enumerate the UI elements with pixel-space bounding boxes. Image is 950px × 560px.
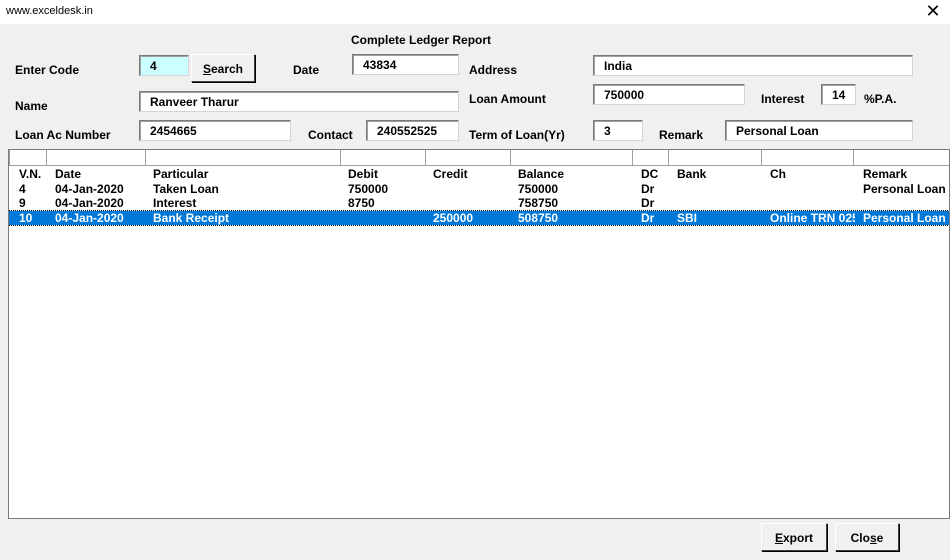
search-button[interactable]: Search xyxy=(191,54,255,82)
close-button-label-pre: Clo xyxy=(850,531,870,545)
contact-field[interactable]: 240552525 xyxy=(366,120,459,141)
cell-balance: 750000 xyxy=(518,182,559,196)
header-cell xyxy=(340,150,426,166)
header-cell xyxy=(510,150,633,166)
cell-remark: Personal Loan xyxy=(863,182,946,196)
window-title: www.exceldesk.in xyxy=(6,5,93,17)
col-dc: DC xyxy=(641,167,659,181)
enter-code-label: Enter Code xyxy=(15,63,80,77)
close-button-accel: s xyxy=(869,531,877,545)
col-credit: Credit xyxy=(433,167,468,181)
contact-label: Contact xyxy=(308,128,353,142)
header-cell xyxy=(9,150,47,166)
header-cell xyxy=(145,150,341,166)
remark-label: Remark xyxy=(659,128,704,142)
term-of-loan-label: Term of Loan(Yr) xyxy=(469,128,565,142)
name-label: Name xyxy=(15,99,48,113)
loan-ac-number-field[interactable]: 2454665 xyxy=(139,120,291,141)
close-button[interactable]: Close xyxy=(835,523,899,551)
cell-bank: SBI xyxy=(677,211,698,225)
cell-ch: Online TRN 025 xyxy=(770,211,855,225)
col-debit: Debit xyxy=(348,167,378,181)
header-cells xyxy=(9,150,949,166)
search-button-accel: S xyxy=(202,62,211,76)
cell-remark: Personal Loan xyxy=(863,211,946,225)
code-input[interactable]: 4 xyxy=(139,55,189,76)
export-button-accel: E xyxy=(774,531,783,545)
col-ch: Ch xyxy=(770,167,786,181)
header-cell xyxy=(668,150,762,166)
col-bank: Bank xyxy=(677,167,707,181)
date-field[interactable]: 43834 xyxy=(352,54,459,75)
cell-debit: 8750 xyxy=(348,196,375,210)
interest-label: Interest xyxy=(761,92,805,106)
cell-dc: Dr xyxy=(641,182,655,196)
address-label: Address xyxy=(469,63,518,77)
ledger-row-selected[interactable]: 10 04-Jan-2020 Bank Receipt 250000 50875… xyxy=(9,210,949,226)
cell-balance: 508750 xyxy=(518,211,559,225)
ledger-row[interactable]: 4 04-Jan-2020 Taken Loan 750000 750000 D… xyxy=(9,182,949,196)
remark-field[interactable]: Personal Loan xyxy=(725,120,913,141)
header-cell xyxy=(632,150,669,166)
col-balance: Balance xyxy=(518,167,565,181)
cell-vn: 4 xyxy=(19,182,26,196)
date-label: Date xyxy=(293,63,320,77)
cell-credit: 250000 xyxy=(433,211,474,225)
header-cell xyxy=(853,150,949,166)
cell-debit: 750000 xyxy=(348,182,389,196)
col-remark: Remark xyxy=(863,167,908,181)
cell-date: 04-Jan-2020 xyxy=(55,182,124,196)
name-field[interactable]: Ranveer Tharur xyxy=(139,91,459,112)
ledger-listbox[interactable]: V.N. Date Particular Debit Credit Balanc… xyxy=(8,149,950,519)
cell-particular: Taken Loan xyxy=(153,182,219,196)
close-icon[interactable]: ✕ xyxy=(922,1,944,23)
cell-date: 04-Jan-2020 xyxy=(55,196,124,210)
search-button-label: earch xyxy=(210,62,244,76)
interest-unit-label: %P.A. xyxy=(864,92,897,106)
cell-particular: Interest xyxy=(153,196,197,210)
header-cell xyxy=(761,150,854,166)
term-of-loan-field[interactable]: 3 xyxy=(593,120,643,141)
header-cell xyxy=(425,150,511,166)
cell-dc: Dr xyxy=(641,196,655,210)
loan-amount-label: Loan Amount xyxy=(469,92,546,106)
col-vn: V.N. xyxy=(19,167,42,181)
col-particular: Particular xyxy=(153,167,209,181)
cell-dc: Dr xyxy=(641,211,655,225)
cell-particular: Bank Receipt xyxy=(153,211,230,225)
col-date: Date xyxy=(55,167,82,181)
header-cell xyxy=(46,150,146,166)
loan-amount-field[interactable]: 750000 xyxy=(593,84,745,105)
ledger-row[interactable]: 9 04-Jan-2020 Interest 8750 758750 Dr xyxy=(9,196,949,210)
report-heading: Complete Ledger Report xyxy=(351,33,492,47)
loan-ac-number-label: Loan Ac Number xyxy=(15,128,111,142)
cell-vn: 9 xyxy=(19,196,26,210)
export-button[interactable]: Export xyxy=(761,523,827,551)
title-bar: www.exceldesk.in ✕ xyxy=(0,0,950,24)
cell-date: 04-Jan-2020 xyxy=(55,211,124,225)
interest-field[interactable]: 14 xyxy=(821,84,856,105)
close-button-label-rest: e xyxy=(876,531,884,545)
export-button-label: xport xyxy=(783,531,813,545)
address-field[interactable]: India xyxy=(593,55,913,76)
cell-balance: 758750 xyxy=(518,196,559,210)
column-header-row: V.N. Date Particular Debit Credit Balanc… xyxy=(9,167,949,181)
cell-vn: 10 xyxy=(19,211,33,225)
